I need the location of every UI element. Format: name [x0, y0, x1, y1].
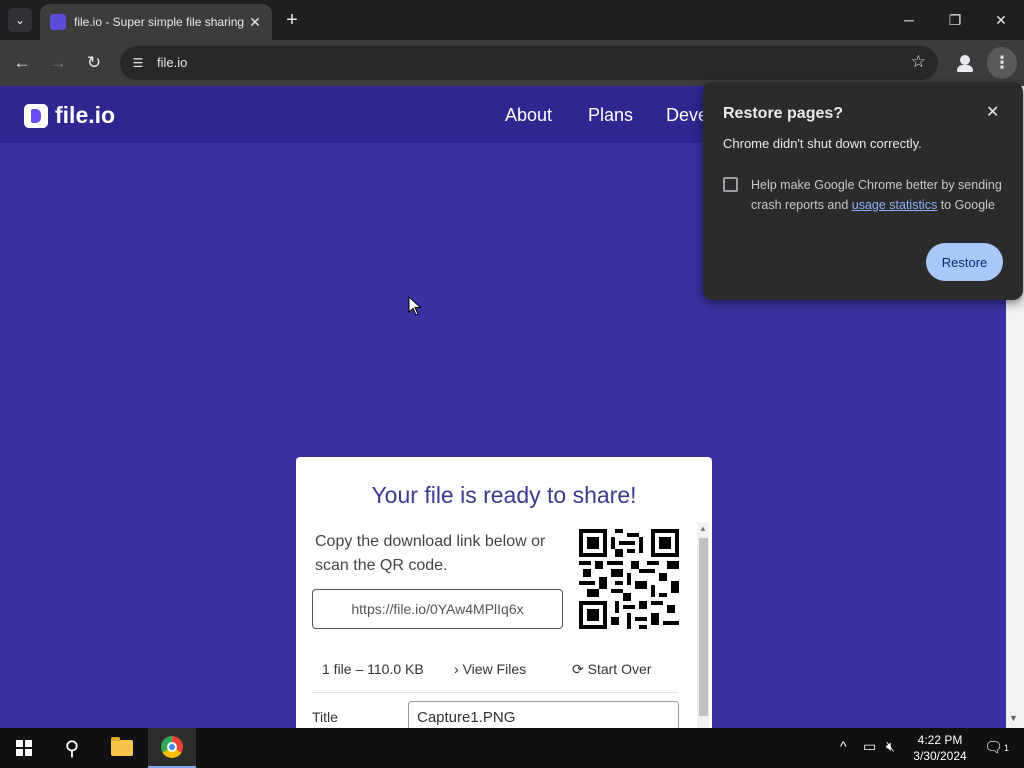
refresh-icon: ⟳ — [572, 661, 584, 677]
download-link-field[interactable]: https://file.io/0YAw4MPlIq6x — [312, 589, 563, 629]
window-close-button[interactable]: ✕ — [978, 0, 1024, 40]
scroll-down-arrow-icon[interactable]: ▼ — [1009, 713, 1018, 723]
nav-developers[interactable]: Deve — [666, 105, 708, 126]
chrome-icon — [161, 736, 183, 758]
scroll-up-arrow-icon[interactable]: ▲ — [699, 524, 707, 533]
chrome-taskbar-button[interactable] — [148, 728, 196, 768]
fileio-favicon-icon — [50, 14, 66, 30]
nav-plans[interactable]: Plans — [588, 105, 633, 126]
network-icon[interactable]: ▭ — [863, 738, 876, 755]
clock-time: 4:22 PM — [917, 733, 963, 747]
tab-strip: ⌄ file.io - Super simple file sharing ✕ … — [0, 0, 1024, 40]
view-files-button[interactable]: › View Files — [454, 661, 526, 677]
tray-chevron-up-icon[interactable]: ^ — [840, 738, 847, 754]
view-files-label: View Files — [462, 661, 527, 677]
help-text-suffix: to Google — [937, 198, 995, 212]
browser-tab[interactable]: file.io - Super simple file sharing ✕ — [40, 4, 272, 40]
chevron-right-icon: › — [454, 661, 459, 677]
file-info-text: 1 file – 110.0 KB — [322, 661, 424, 677]
notification-count: 1 — [1004, 743, 1010, 753]
crash-report-checkbox[interactable] — [723, 177, 738, 192]
volume-muted-icon[interactable]: 🔇︎ — [886, 738, 895, 755]
clock-date: 3/30/2024 — [913, 749, 967, 763]
fileio-logo-icon[interactable] — [24, 104, 48, 128]
folder-icon — [111, 737, 133, 756]
profile-avatar-icon[interactable] — [952, 50, 978, 76]
dialog-title: Restore pages? — [723, 105, 844, 122]
forward-arrow-icon[interactable]: → — [44, 49, 72, 77]
window-restore-button[interactable]: ❐ — [932, 0, 978, 40]
start-button[interactable] — [0, 728, 48, 768]
back-arrow-icon[interactable]: ← — [8, 49, 36, 77]
notification-icon[interactable]: 🗨︎ — [984, 738, 1003, 756]
card-scrollbar-thumb[interactable] — [699, 538, 708, 716]
usage-statistics-link[interactable]: usage statistics — [852, 198, 937, 212]
reload-icon[interactable]: ↻ — [80, 49, 108, 77]
title-input[interactable]: Capture1.PNG — [408, 701, 679, 728]
site-logo-text[interactable]: file.io — [55, 102, 115, 129]
browser-toolbar: ← → ↻ ☰ file.io ☆ — [0, 40, 1024, 86]
file-explorer-button[interactable] — [98, 728, 146, 768]
share-card: Your file is ready to share! Copy the do… — [296, 457, 712, 728]
new-tab-button[interactable]: + — [280, 8, 304, 32]
card-description: Copy the download link below or scan the… — [315, 533, 546, 574]
address-bar[interactable]: ☰ file.io ☆ — [120, 46, 938, 80]
search-icon[interactable]: ⚲ — [48, 728, 96, 768]
nav-about[interactable]: About — [505, 105, 552, 126]
mouse-cursor-icon — [408, 296, 422, 316]
url-text[interactable]: file.io — [157, 55, 187, 70]
title-label: Title — [312, 709, 338, 725]
bookmark-star-icon[interactable]: ☆ — [911, 52, 926, 72]
restore-button[interactable]: Restore — [926, 243, 1003, 281]
start-over-button[interactable]: ⟳ Start Over — [572, 661, 651, 678]
windows-logo-icon — [16, 740, 32, 756]
dialog-message: Chrome didn't shut down correctly. — [723, 136, 922, 151]
chevron-down-icon: ⌄ — [14, 13, 26, 27]
taskbar-clock[interactable]: 4:22 PM 3/30/2024 — [910, 732, 970, 764]
restore-pages-dialog: Restore pages? ✕ Chrome didn't shut down… — [703, 82, 1023, 300]
site-info-icon[interactable]: ☰ — [128, 53, 148, 73]
qr-code-icon — [579, 529, 679, 629]
kebab-menu-icon[interactable]: ⋮ — [987, 47, 1017, 79]
card-scrollbar[interactable]: ▲ — [697, 522, 709, 728]
tab-close-icon[interactable]: ✕ — [246, 14, 264, 31]
tab-title: file.io - Super simple file sharing — [74, 15, 245, 29]
window-minimize-button[interactable]: ─ — [886, 0, 932, 40]
card-divider — [312, 692, 678, 693]
card-title: Your file is ready to share! — [371, 482, 637, 508]
tab-search-button[interactable]: ⌄ — [8, 8, 32, 32]
crash-report-text: Help make Google Chrome better by sendin… — [751, 175, 1011, 215]
start-over-label: Start Over — [587, 661, 652, 677]
dialog-close-icon[interactable]: ✕ — [986, 102, 999, 122]
